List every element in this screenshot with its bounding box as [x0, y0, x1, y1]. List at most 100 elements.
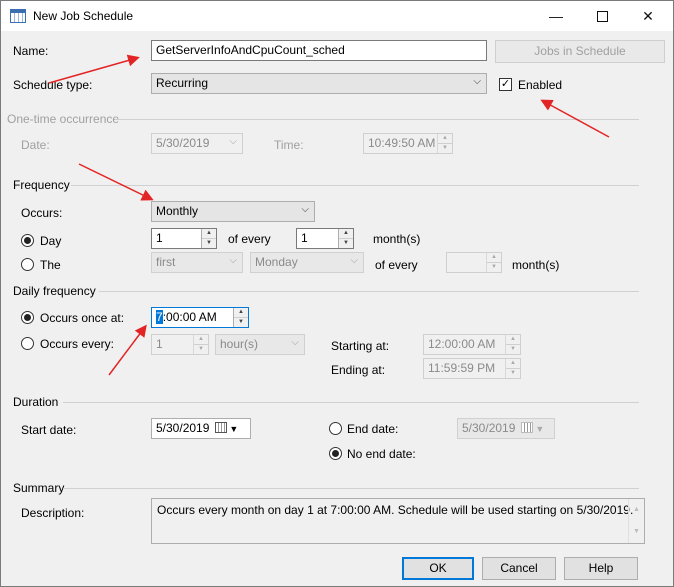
title-bar: New Job Schedule — ✕	[1, 1, 673, 31]
one-time-date-picker[interactable]: 5/30/2019 ⌵	[151, 133, 243, 154]
description-value: Occurs every month on day 1 at 7:00:00 A…	[157, 503, 634, 517]
day-spinner[interactable]: ▲ ▼	[201, 229, 216, 248]
day-number-value: 1	[156, 231, 163, 245]
checkmark-icon: ✓	[500, 78, 511, 90]
no-end-date-label: No end date:	[347, 447, 416, 461]
time-spinner[interactable]: ▲ ▼	[437, 134, 452, 153]
enabled-checkbox[interactable]: ✓	[499, 78, 512, 91]
occurs-label: Occurs:	[21, 206, 63, 220]
interval-spinner[interactable]: ▲ ▼	[193, 335, 208, 354]
ordinal-select[interactable]: first ⌵	[151, 252, 243, 273]
spin-up-icon: ▲	[198, 336, 204, 342]
cancel-button[interactable]: Cancel	[482, 557, 556, 580]
the-radio[interactable]	[21, 258, 34, 271]
occurs-once-label: Occurs once at:	[40, 311, 125, 325]
occurs-once-radio[interactable]	[21, 311, 34, 324]
occurs-every-interval-input[interactable]: 1 ▲ ▼	[151, 334, 209, 355]
spin-up-icon: ▲	[238, 309, 244, 315]
occurs-value: Monthly	[156, 204, 199, 218]
jobs-in-schedule-button[interactable]: Jobs in Schedule	[495, 40, 665, 63]
occurs-once-time-input[interactable]: 7:00:00 AM ▲ ▼	[151, 307, 249, 328]
name-input[interactable]: GetServerInfoAndCpuCount_sched	[151, 40, 487, 61]
weekday-value: Monday	[255, 255, 298, 269]
starting-at-value: 12:00:00 AM	[428, 337, 496, 351]
annotation-arrow-occurs	[78, 163, 154, 201]
ordinal-value: first	[156, 255, 176, 269]
occurs-every-label: Occurs every:	[40, 337, 115, 351]
interval-unit-value: hour(s)	[220, 337, 259, 351]
end-date-label: End date:	[347, 422, 399, 436]
months-label: month(s)	[373, 232, 421, 246]
spin-up-icon: ▲	[491, 254, 497, 260]
divider	[63, 488, 639, 489]
starting-spinner[interactable]: ▲ ▼	[505, 335, 520, 354]
ok-button[interactable]: OK	[402, 557, 474, 580]
spin-down-icon: ▼	[506, 368, 520, 377]
no-end-date-radio[interactable]	[329, 447, 342, 460]
start-date-label: Start date:	[21, 423, 77, 437]
chevron-down-icon: ⌵	[229, 255, 237, 266]
the-of-every-label: of every	[375, 258, 418, 272]
description-text: Occurs every month on day 1 at 7:00:00 A…	[151, 498, 645, 544]
ending-spinner[interactable]: ▲ ▼	[505, 359, 520, 378]
description-scrollbar[interactable]: ▲ ▼	[628, 499, 644, 543]
ending-at-input[interactable]: 11:59:59 PM ▲ ▼	[423, 358, 521, 379]
schedule-type-value: Recurring	[156, 76, 209, 90]
one-time-date-label: Date:	[21, 138, 50, 152]
start-date-value: 5/30/2019	[156, 421, 210, 435]
spin-down-icon: ▼	[194, 344, 208, 353]
occurs-once-time-hour: 7	[156, 310, 163, 324]
calendar-app-icon	[10, 9, 26, 23]
day-number-input[interactable]: 1 ▲ ▼	[151, 228, 217, 249]
calendar-icon	[521, 422, 534, 433]
chevron-down-icon: ⌵	[473, 76, 481, 87]
daily-frequency-header: Daily frequency	[13, 284, 96, 298]
one-time-time-value: 10:49:50 AM	[368, 136, 436, 150]
interval-unit-select[interactable]: hour(s) ⌵	[215, 334, 305, 355]
window-title: New Job Schedule	[33, 9, 134, 23]
occurs-select[interactable]: Monthly ⌵	[151, 201, 315, 222]
one-time-date-value: 5/30/2019	[156, 136, 210, 150]
the-label: The	[40, 258, 61, 272]
the-months-spinner[interactable]: ▲ ▼	[486, 253, 501, 272]
divider	[63, 402, 639, 403]
spin-up-icon: ▲	[510, 336, 516, 342]
day-label: Day	[40, 234, 62, 248]
summary-header: Summary	[13, 481, 65, 495]
start-date-picker[interactable]: 5/30/2019 ▼	[151, 418, 251, 439]
months-spinner[interactable]: ▲ ▼	[338, 229, 353, 248]
scroll-up-icon: ▲	[633, 506, 640, 513]
help-button[interactable]: Help	[564, 557, 638, 580]
every-months-input[interactable]: 1 ▲ ▼	[296, 228, 354, 249]
maximize-icon	[596, 10, 608, 22]
the-every-months-input[interactable]: ▲ ▼	[446, 252, 502, 273]
close-button[interactable]: ✕	[625, 1, 671, 31]
description-label: Description:	[21, 506, 85, 520]
divider	[115, 119, 639, 120]
every-months-value: 1	[301, 231, 308, 245]
occurs-every-radio[interactable]	[21, 337, 34, 350]
schedule-type-select[interactable]: Recurring ⌵	[151, 73, 487, 94]
duration-header: Duration	[13, 395, 59, 409]
one-time-time-label: Time:	[274, 138, 304, 152]
minimize-button[interactable]: —	[533, 1, 579, 31]
one-time-time-input[interactable]: 10:49:50 AM ▲ ▼	[363, 133, 453, 154]
occurs-once-time-rest: :00:00 AM	[162, 310, 217, 324]
ending-at-value: 11:59:59 PM	[428, 361, 496, 375]
minimize-icon: —	[549, 8, 563, 24]
starting-at-input[interactable]: 12:00:00 AM ▲ ▼	[423, 334, 521, 355]
end-date-radio[interactable]	[329, 422, 342, 435]
occurs-every-interval-value: 1	[156, 337, 163, 351]
maximize-button[interactable]	[579, 1, 625, 31]
once-time-spinner[interactable]: ▲ ▼	[233, 308, 248, 327]
weekday-select[interactable]: Monday ⌵	[250, 252, 364, 273]
spin-down-icon: ▼	[506, 344, 520, 353]
day-radio[interactable]	[21, 234, 34, 247]
end-date-picker[interactable]: 5/30/2019 ▼	[457, 418, 555, 439]
calendar-icon	[215, 422, 228, 433]
spin-up-icon: ▲	[510, 360, 516, 366]
spin-up-icon: ▲	[442, 135, 448, 141]
spin-up-icon: ▲	[206, 230, 212, 236]
spin-down-icon: ▼	[487, 262, 501, 271]
enabled-label: Enabled	[518, 78, 563, 92]
